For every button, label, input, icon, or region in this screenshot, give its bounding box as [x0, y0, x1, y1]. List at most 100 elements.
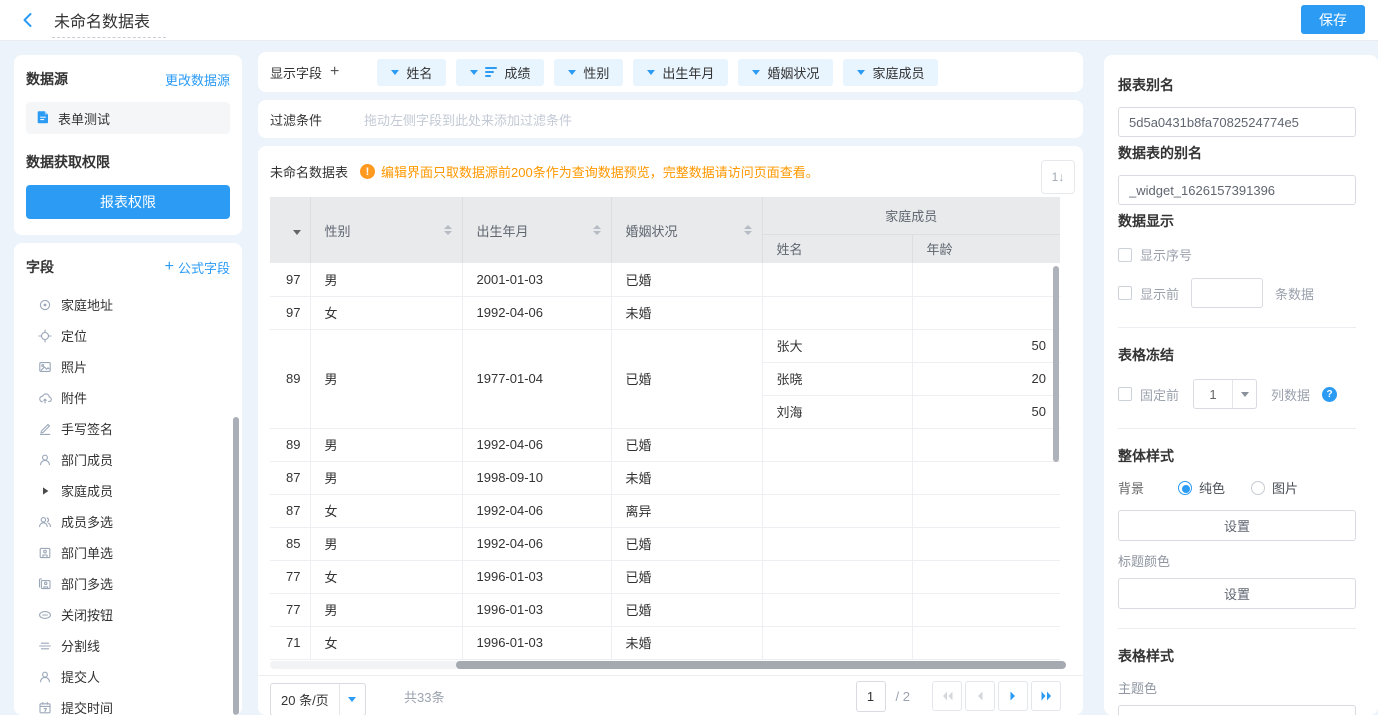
- field-item[interactable]: 提交时间: [26, 692, 230, 715]
- field-item[interactable]: 部门单选: [26, 537, 230, 568]
- page-size-select[interactable]: 20 条/页: [270, 683, 366, 715]
- bg-solid-option[interactable]: 纯色: [1178, 478, 1225, 497]
- change-datasource-link[interactable]: 更改数据源: [165, 70, 230, 89]
- freeze-suffix-label: 列数据: [1271, 385, 1310, 404]
- person-icon: [38, 670, 52, 684]
- report-alias-input[interactable]: [1118, 107, 1356, 137]
- horizontal-scrollbar[interactable]: [456, 661, 1066, 669]
- cell-gender: 女: [310, 494, 462, 527]
- prev-page-button[interactable]: [965, 681, 995, 711]
- fields-scrollbar[interactable]: [233, 417, 239, 715]
- report-permission-button[interactable]: 报表权限: [26, 185, 230, 219]
- field-item[interactable]: 部门多选: [26, 568, 230, 599]
- settings-panel: 报表别名 数据表的别名 数据显示 显示序号 显示前 条数据 表格冻结 固定前 1…: [1104, 55, 1378, 715]
- field-item[interactable]: 提交人: [26, 661, 230, 692]
- display-field-tag-label: 婚姻状况: [767, 63, 819, 82]
- caret-down-icon: [293, 230, 301, 235]
- next-page-button[interactable]: [998, 681, 1028, 711]
- display-field-tag[interactable]: 性别: [554, 59, 623, 86]
- report-title[interactable]: 未命名数据表: [52, 8, 166, 38]
- bg-image-option[interactable]: 图片: [1251, 478, 1298, 497]
- score-column-header[interactable]: [270, 197, 310, 263]
- back-icon[interactable]: [20, 12, 36, 28]
- field-item[interactable]: 关闭按钮: [26, 599, 230, 630]
- cell-fage: 50: [912, 329, 1060, 362]
- table-row: 77男1996-01-03已婚: [270, 593, 1060, 626]
- cell-fname: [762, 263, 912, 296]
- table-alias-input[interactable]: [1118, 175, 1356, 205]
- datasource-item[interactable]: 表单测试: [26, 102, 230, 134]
- row-limit-input[interactable]: [1191, 278, 1263, 308]
- freeze-checkbox[interactable]: [1118, 387, 1132, 401]
- field-item[interactable]: 分割线: [26, 630, 230, 661]
- last-page-button[interactable]: [1031, 681, 1061, 711]
- save-button[interactable]: 保存: [1301, 5, 1365, 34]
- rows-suffix-label: 条数据: [1275, 284, 1314, 303]
- theme-color-set-button[interactable]: 设置: [1118, 705, 1356, 715]
- cell-score: 89: [270, 428, 310, 461]
- family-group-header: 家庭成员: [762, 197, 1060, 234]
- birth-column-header[interactable]: 出生年月: [462, 197, 611, 263]
- cell-fage: [912, 527, 1060, 560]
- cell-marital: 未婚: [611, 461, 762, 494]
- caret-down-icon: [391, 70, 399, 75]
- gender-column-header[interactable]: 性别: [310, 197, 462, 263]
- cell-birth: 1992-04-06: [462, 527, 611, 560]
- fields-heading: 字段: [26, 257, 54, 277]
- filter-label: 过滤条件: [270, 110, 322, 129]
- cell-score: 71: [270, 626, 310, 659]
- data-table: 性别 出生年月 婚姻状况 家庭成员 姓名 年龄 97男2001-01-03已婚9…: [270, 197, 1060, 660]
- sort-desc-icon: [485, 67, 497, 77]
- display-field-tag[interactable]: 家庭成员: [843, 59, 938, 86]
- divider: [1118, 428, 1356, 429]
- sort-toggle-icon[interactable]: [744, 225, 752, 235]
- cell-fname: 张大: [762, 329, 912, 362]
- add-formula-field-link[interactable]: + 公式字段: [165, 258, 230, 277]
- field-item[interactable]: 照片: [26, 351, 230, 382]
- display-field-tag[interactable]: 婚姻状况: [738, 59, 833, 86]
- cloud-upload-icon: [38, 391, 52, 405]
- people-icon: [38, 515, 52, 529]
- person-icon: [38, 453, 52, 467]
- field-item[interactable]: 部门成员: [26, 444, 230, 475]
- filter-dropzone[interactable]: 拖动左侧字段到此处来添加过滤条件: [364, 110, 572, 129]
- show-index-checkbox[interactable]: [1118, 248, 1132, 262]
- show-first-checkbox[interactable]: [1118, 286, 1132, 300]
- cell-birth: 2001-01-03: [462, 263, 611, 296]
- field-item-label: 部门多选: [61, 574, 113, 593]
- freeze-count-select[interactable]: 1: [1193, 379, 1257, 409]
- display-field-tag[interactable]: 出生年月: [633, 59, 728, 86]
- help-icon[interactable]: [1322, 387, 1337, 402]
- sort-toggle-icon[interactable]: [593, 225, 601, 235]
- field-item[interactable]: 附件: [26, 382, 230, 413]
- display-field-tag[interactable]: 姓名: [377, 59, 446, 86]
- field-item[interactable]: 家庭成员: [26, 475, 230, 506]
- show-index-label: 显示序号: [1140, 245, 1192, 264]
- add-display-field-icon[interactable]: +: [330, 63, 339, 81]
- display-field-tag[interactable]: 成绩: [456, 59, 544, 86]
- marital-column-header[interactable]: 婚姻状况: [611, 197, 762, 263]
- cell-gender: 女: [310, 560, 462, 593]
- field-item[interactable]: 成员多选: [26, 506, 230, 537]
- field-item[interactable]: 手写签名: [26, 413, 230, 444]
- cell-fage: [912, 626, 1060, 659]
- radio-icon: [1251, 481, 1265, 495]
- table-style-heading: 表格样式: [1118, 646, 1356, 666]
- solid-label: 纯色: [1199, 478, 1225, 497]
- divider: [1118, 628, 1356, 629]
- page-number-input[interactable]: [856, 681, 886, 712]
- column-order-button[interactable]: [1041, 160, 1075, 194]
- field-item[interactable]: 定位: [26, 320, 230, 351]
- sort-toggle-icon[interactable]: [444, 225, 452, 235]
- first-page-button[interactable]: [932, 681, 962, 711]
- cell-fname: [762, 626, 912, 659]
- cell-fage: 20: [912, 362, 1060, 395]
- vertical-scrollbar[interactable]: [1053, 266, 1059, 462]
- cell-score: 89: [270, 329, 310, 428]
- background-set-button[interactable]: 设置: [1118, 510, 1356, 541]
- cell-gender: 男: [310, 428, 462, 461]
- display-field-tag-label: 出生年月: [662, 63, 714, 82]
- field-item[interactable]: 家庭地址: [26, 289, 230, 320]
- cell-gender: 女: [310, 296, 462, 329]
- title-color-set-button[interactable]: 设置: [1118, 578, 1356, 609]
